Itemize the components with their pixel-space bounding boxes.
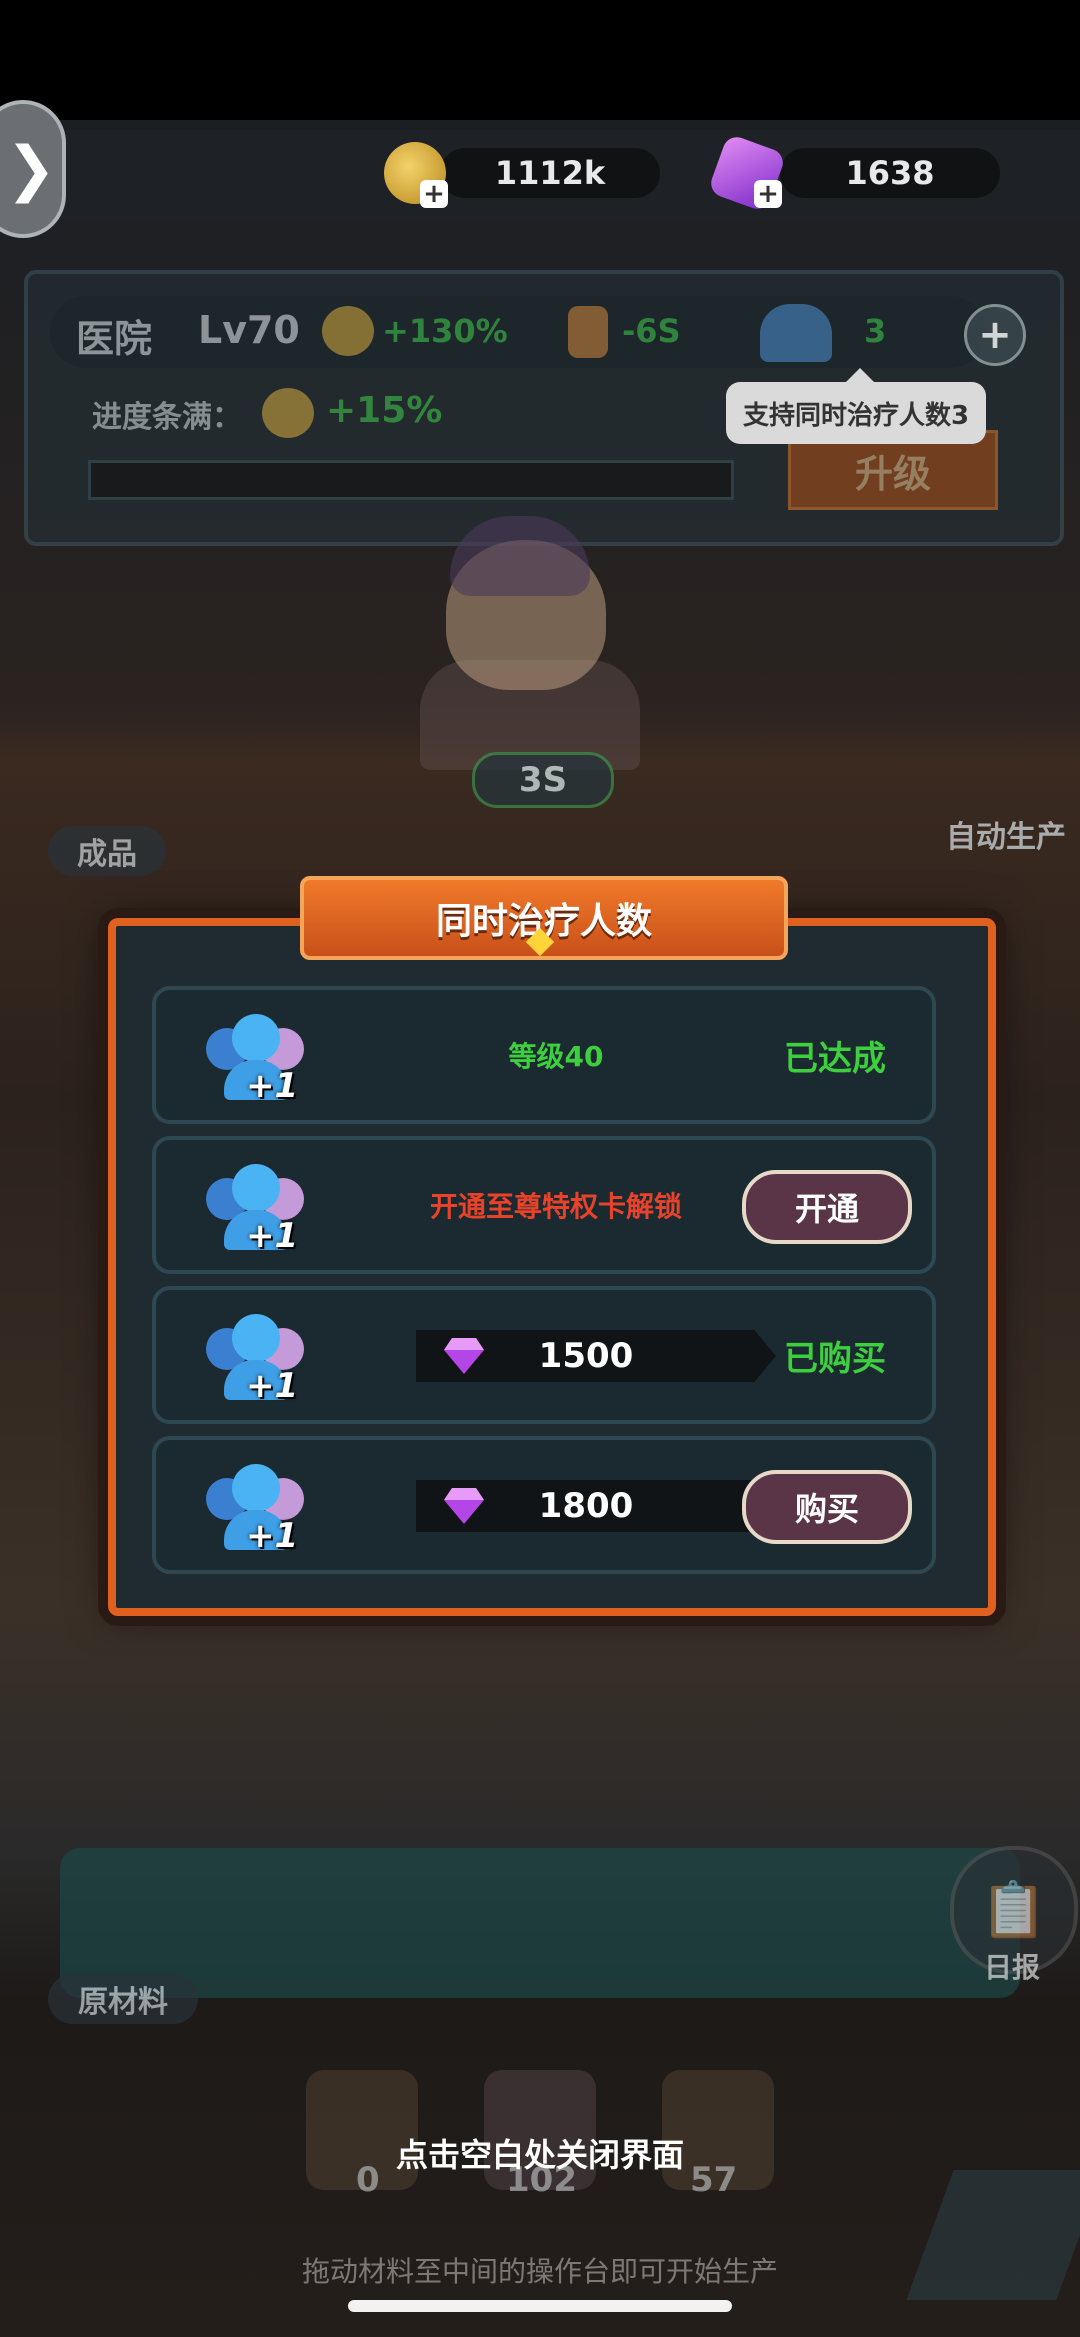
unlock-row: +1 开通至尊特权卡解锁 开通 <box>152 1136 936 1274</box>
gold-counter: 1112k <box>440 148 660 198</box>
drag-hint: 拖动材料至中间的操作台即可开始生产 <box>301 2255 778 2288</box>
gem-price-tag: 1800 <box>416 1480 776 1532</box>
gem-price: 1500 <box>538 1336 634 1376</box>
materials-tab[interactable]: 原材料 <box>48 1974 198 2024</box>
purple-gem-icon <box>444 1338 484 1374</box>
building-name: 医院 <box>76 317 153 361</box>
patient-count: 3 <box>864 312 887 350</box>
game-scene: ❯ 1112k + 1638 + 医院 Lv70 +130% -6S 3 + 进… <box>0 0 1080 2337</box>
patients-icon <box>760 304 832 362</box>
close-hint[interactable]: 点击空白处关闭界面 <box>0 2130 1080 2176</box>
gem-counter: 1638 <box>780 148 1000 198</box>
achieved-status: 已达成 <box>784 1038 886 1079</box>
purple-gem-icon <box>444 1488 484 1524</box>
gold-bonus: +130% <box>382 312 508 350</box>
patients-icon: +1 <box>206 1160 316 1256</box>
progress-label: 进度条满： <box>92 400 242 435</box>
purchased-status: 已购买 <box>784 1338 886 1379</box>
plus-one-label: +1 <box>246 1066 299 1106</box>
unlock-row: +1 1800 购买 <box>152 1436 936 1574</box>
products-tab[interactable]: 成品 <box>48 826 166 876</box>
add-gems-button[interactable]: + <box>754 180 782 208</box>
plus-one-label: +1 <box>246 1516 299 1556</box>
time-bonus: -6S <box>622 312 681 350</box>
unlock-row: +1 1500 已购买 <box>152 1286 936 1424</box>
building-level: Lv70 <box>198 308 300 352</box>
production-progress-bar <box>88 460 734 500</box>
home-indicator[interactable] <box>348 2300 732 2312</box>
patients-icon: +1 <box>206 1010 316 1106</box>
patients-tooltip: 支持同时治疗人数3 <box>726 368 986 444</box>
patients-icon: +1 <box>206 1460 316 1556</box>
patients-icon: +1 <box>206 1310 316 1406</box>
hourglass-icon <box>568 306 608 358</box>
chevron-right-icon: ❯ <box>5 134 57 204</box>
add-gold-button[interactable]: + <box>420 180 448 208</box>
auto-produce-label[interactable]: 自动生产 <box>946 812 1066 856</box>
back-button[interactable]: ❯ <box>0 100 66 238</box>
production-timer: 3S <box>472 752 614 808</box>
plus-one-label: +1 <box>246 1216 299 1256</box>
gem-price: 1800 <box>538 1486 634 1526</box>
activate-button[interactable]: 开通 <box>742 1170 912 1244</box>
gem-price-tag: 1500 <box>416 1330 776 1382</box>
gold-amount: 1112k <box>494 154 606 192</box>
operating-table <box>60 1848 1020 1998</box>
gem-amount: 1638 <box>845 154 935 192</box>
building-stats-row <box>50 296 986 368</box>
plus-one-label: +1 <box>246 1366 299 1406</box>
unlock-condition: 等级40 <box>508 1040 604 1073</box>
gold-coin-icon <box>262 388 314 438</box>
daily-report-label[interactable]: 日报 <box>984 1946 1040 1986</box>
buy-button[interactable]: 购买 <box>742 1470 912 1544</box>
gold-coin-icon <box>322 306 374 356</box>
unlock-row: +1 等级40 已达成 <box>152 986 936 1124</box>
add-patient-slot-button[interactable]: + <box>964 304 1026 366</box>
unlock-condition: 开通至尊特权卡解锁 <box>429 1190 682 1223</box>
progress-bonus: +15% <box>326 390 443 431</box>
